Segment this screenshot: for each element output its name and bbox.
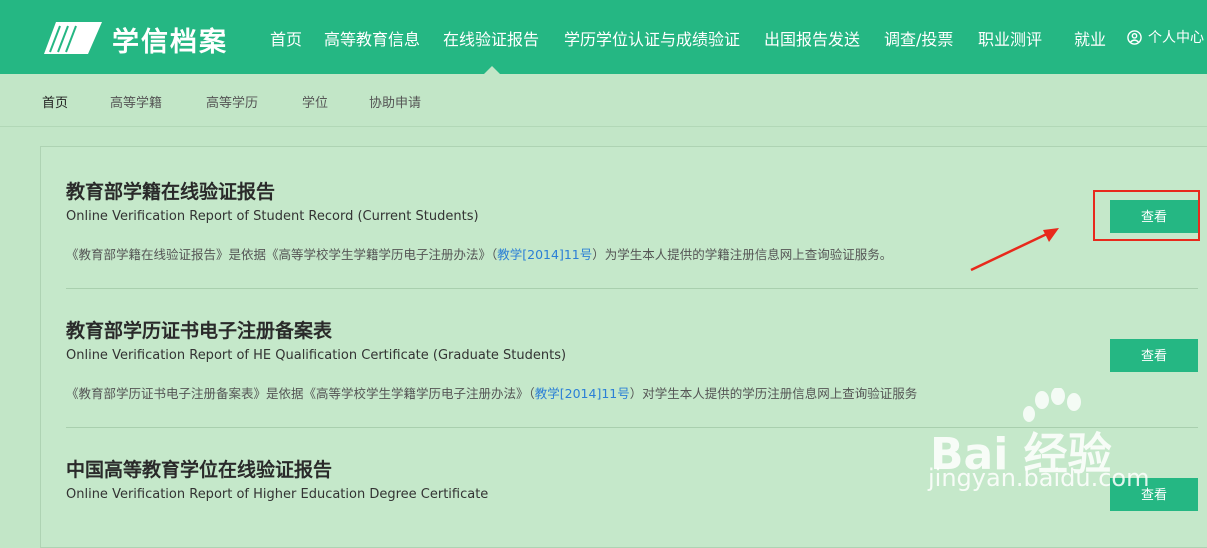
subnav-qualification[interactable]: 高等学历 <box>206 92 258 111</box>
subnav-student-record[interactable]: 高等学籍 <box>110 92 162 111</box>
report-english-title: Online Verification Report of HE Qualifi… <box>66 348 567 363</box>
nav-online-verification-report[interactable]: 在线验证报告 <box>443 26 539 50</box>
report-title: 中国高等教育学位在线验证报告 <box>66 459 333 481</box>
nav-employment[interactable]: 就业 <box>1074 26 1106 50</box>
divider <box>66 288 1198 289</box>
annotation-highlight-box <box>1093 190 1200 241</box>
regulation-link[interactable]: 教学[2014]11号 <box>535 386 630 401</box>
report-title: 教育部学历证书电子注册备案表 <box>66 320 333 342</box>
user-center-label: 个人中心 <box>1148 30 1204 46</box>
nav-home[interactable]: 首页 <box>270 26 302 50</box>
logo-icon[interactable] <box>42 18 104 56</box>
report-english-title: Online Verification Report of Higher Edu… <box>66 487 489 502</box>
nav-career-test[interactable]: 职业测评 <box>978 26 1042 50</box>
regulation-link[interactable]: 教学[2014]11号 <box>497 247 592 262</box>
report-description: 《教育部学籍在线验证报告》是依据《高等学校学生学籍学历电子注册办法》（教学[20… <box>66 247 893 262</box>
nav-higher-education-info[interactable]: 高等教育信息 <box>324 26 420 50</box>
active-nav-indicator <box>484 66 500 74</box>
watermark-url: jingyan.baidu.com <box>928 464 1150 492</box>
view-qualification-button[interactable]: 查看 <box>1110 339 1198 372</box>
nav-survey-vote[interactable]: 调查/投票 <box>884 26 953 50</box>
report-description: 《教育部学历证书电子注册备案表》是依据《高等学校学生学籍学历电子注册办法》（教学… <box>66 386 918 401</box>
nav-report-sending[interactable]: 出国报告发送 <box>764 26 860 50</box>
user-icon <box>1127 30 1142 45</box>
report-title: 教育部学籍在线验证报告 <box>66 181 276 203</box>
brand-name[interactable]: 学信档案 <box>112 20 228 59</box>
subnav-home[interactable]: 首页 <box>42 92 68 111</box>
sub-navbar: 首页 高等学籍 高等学历 学位 协助申请 <box>0 74 1207 127</box>
top-navbar: 学信档案 首页 高等教育信息 在线验证报告 学历学位认证与成绩验证 出国报告发送… <box>0 0 1207 74</box>
user-center-link[interactable]: 个人中心 <box>1127 27 1204 47</box>
subnav-assist-apply[interactable]: 协助申请 <box>369 92 421 111</box>
report-english-title: Online Verification Report of Student Re… <box>66 209 479 224</box>
nav-degree-certification[interactable]: 学历学位认证与成绩验证 <box>564 26 740 50</box>
subnav-degree[interactable]: 学位 <box>302 92 328 111</box>
annotation-arrow-icon <box>970 228 1059 272</box>
